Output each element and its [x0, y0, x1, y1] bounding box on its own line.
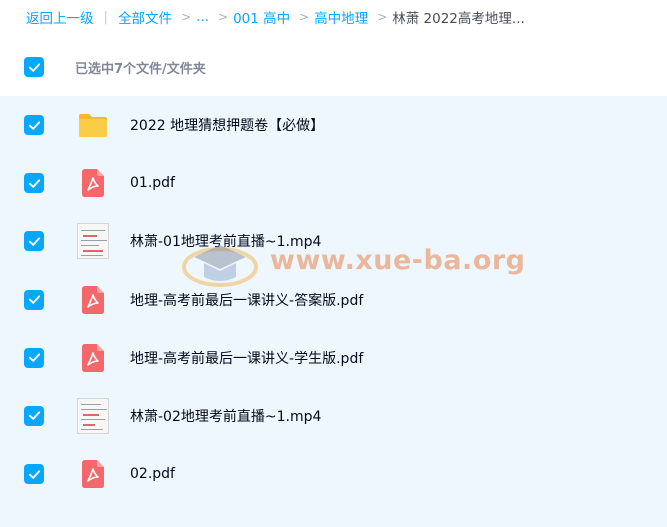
- file-list: 2022 地理猜想押题卷【必做】 01.pdf 林萧-01地理考前直播~1.mp…: [0, 96, 667, 527]
- checkmark-icon: [28, 179, 40, 188]
- checkmark-icon: [28, 411, 40, 421]
- checkmark-icon: [28, 470, 40, 479]
- chevron-right-icon: >: [299, 9, 310, 24]
- file-name[interactable]: 02.pdf: [130, 466, 175, 482]
- pdf-icon: [77, 167, 109, 199]
- row-checkbox[interactable]: [24, 289, 44, 310]
- checkmark-icon: [28, 295, 40, 304]
- file-row[interactable]: 01.pdf: [0, 154, 667, 212]
- file-name[interactable]: 2022 地理猜想押题卷【必做】: [130, 115, 324, 135]
- folder-icon: [77, 109, 109, 141]
- breadcrumb-current: 林萧 2022高考地理...: [392, 10, 525, 27]
- file-name[interactable]: 地理-高考前最后一课讲义-学生版.pdf: [130, 348, 363, 368]
- row-checkbox[interactable]: [24, 231, 44, 252]
- row-checkbox[interactable]: [24, 115, 44, 135]
- row-checkbox[interactable]: [24, 173, 44, 194]
- pdf-icon: [77, 342, 109, 374]
- breadcrumb: 返回上一级 | 全部文件 > ... > 001 高中 > 高中地理 > 林萧 …: [26, 0, 667, 33]
- file-name[interactable]: 林萧-02地理考前直播~1.mp4: [130, 406, 321, 426]
- chevron-right-icon: >: [218, 9, 229, 24]
- checkmark-icon: [28, 353, 40, 363]
- checkmark-icon: [28, 120, 40, 130]
- checkmark-icon: [28, 62, 40, 72]
- file-row[interactable]: 地理-高考前最后一课讲义-学生版.pdf: [0, 329, 667, 387]
- file-name[interactable]: 地理-高考前最后一课讲义-答案版.pdf: [130, 290, 363, 310]
- file-name[interactable]: 01.pdf: [130, 175, 175, 191]
- file-row[interactable]: 林萧-01地理考前直播~1.mp4: [0, 212, 667, 270]
- selection-count: 已选中7个文件/文件夹: [75, 61, 206, 77]
- breadcrumb-001-high-school[interactable]: 001 高中: [233, 7, 290, 27]
- row-checkbox[interactable]: [24, 405, 44, 426]
- breadcrumb-all-files[interactable]: 全部文件: [118, 7, 172, 27]
- breadcrumb-ellipsis[interactable]: ...: [196, 9, 209, 25]
- pdf-icon: [77, 284, 109, 316]
- chevron-right-icon: >: [377, 9, 388, 24]
- checkmark-icon: [28, 237, 40, 246]
- file-name[interactable]: 林萧-01地理考前直播~1.mp4: [130, 231, 321, 251]
- file-row[interactable]: 林萧-02地理考前直播~1.mp4: [0, 387, 667, 445]
- video-thumbnail: [77, 398, 109, 435]
- select-all-checkbox[interactable]: [24, 57, 44, 77]
- pdf-icon: [77, 458, 109, 490]
- back-link[interactable]: 返回上一级: [26, 7, 94, 27]
- video-thumbnail: [77, 223, 109, 260]
- row-checkbox[interactable]: [24, 464, 44, 485]
- file-row[interactable]: 地理-高考前最后一课讲义-答案版.pdf: [0, 271, 667, 329]
- row-checkbox[interactable]: [24, 347, 44, 368]
- selection-header: 已选中7个文件/文件夹: [0, 38, 667, 96]
- file-row[interactable]: 02.pdf: [0, 445, 667, 503]
- file-row[interactable]: 2022 地理猜想押题卷【必做】: [0, 96, 667, 154]
- chevron-right-icon: >: [181, 9, 192, 24]
- breadcrumb-divider: |: [103, 8, 109, 25]
- breadcrumb-geography[interactable]: 高中地理: [314, 7, 368, 27]
